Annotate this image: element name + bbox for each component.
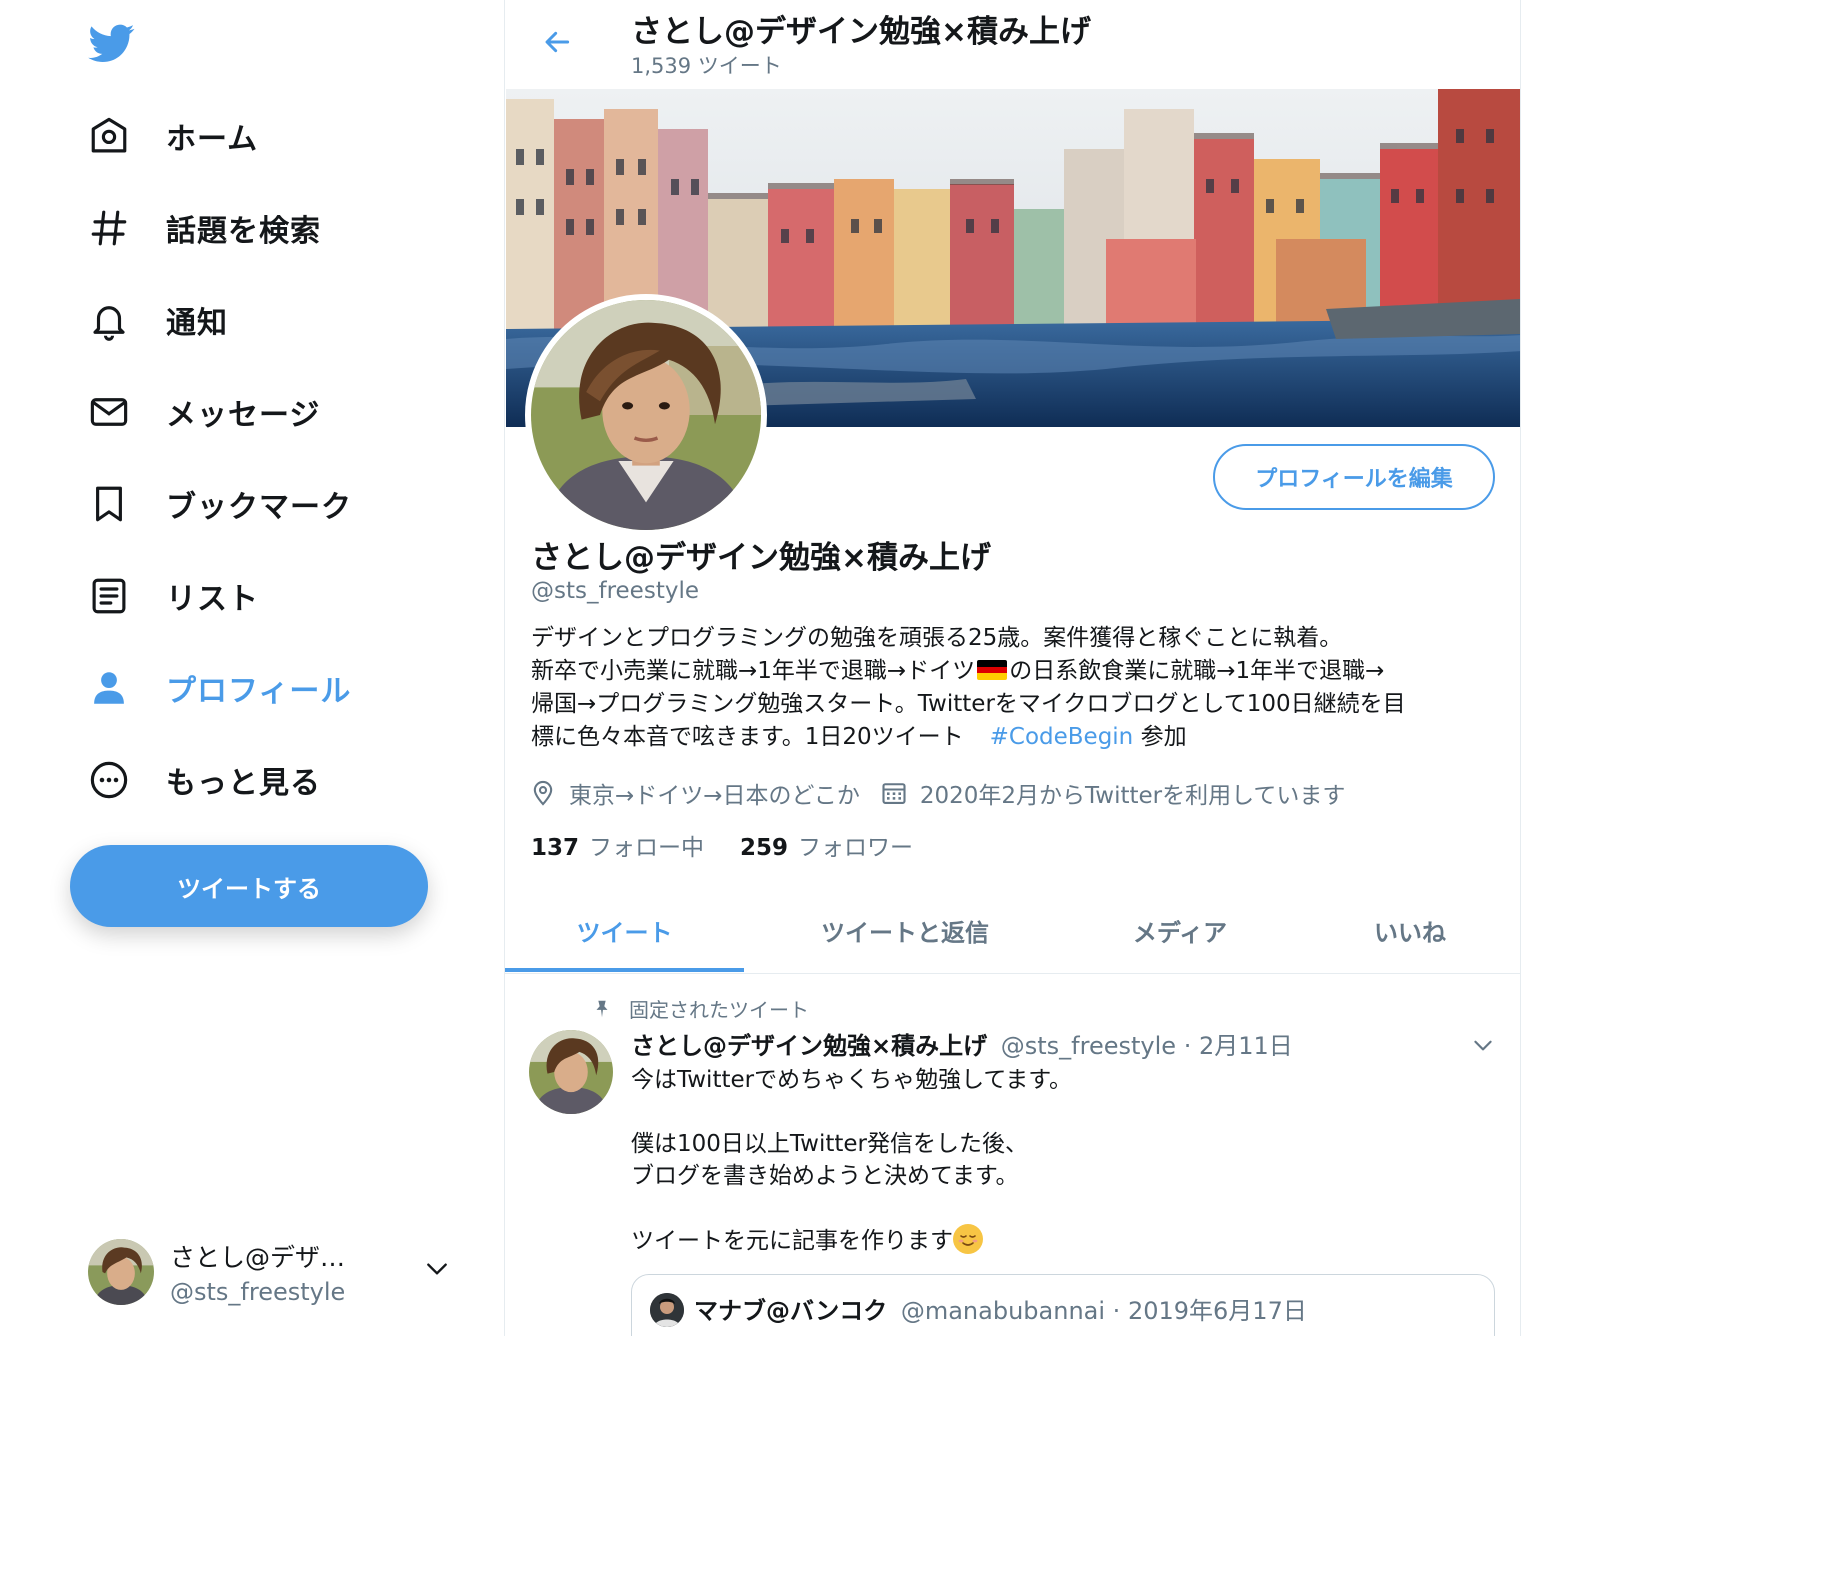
quoted-tweet[interactable]: マナブ@バンコク @manabubannai · 2019年6月17日: [631, 1274, 1495, 1336]
tweet-button[interactable]: ツイートする: [70, 845, 428, 927]
nav-explore[interactable]: 話題を検索: [84, 198, 321, 258]
envelope-icon: [84, 387, 134, 437]
hashtag-icon: [84, 203, 134, 253]
tab-media[interactable]: メディア: [1065, 886, 1295, 974]
avatar[interactable]: [529, 1030, 613, 1114]
home-icon: [84, 111, 134, 161]
back-arrow-icon[interactable]: [539, 26, 575, 58]
following-label: フォロー中: [589, 835, 705, 861]
list-icon: [84, 571, 134, 621]
profile-bio: デザインとプログラミングの勉強を頑張る25歳。案件獲得と稼ぐことに執着。 新卒で…: [531, 622, 1501, 754]
tab-tweets[interactable]: ツイート: [505, 886, 744, 974]
quoted-date: 2019年6月17日: [1127, 1297, 1307, 1325]
nav-profile[interactable]: プロフィール: [84, 658, 351, 718]
tweet-line-text: ツイートを元に記事を作ります: [631, 1228, 953, 1254]
tweet-line: [631, 1192, 1491, 1224]
nav-lists-label: リスト: [166, 582, 259, 617]
nav-notifications-label: 通知: [166, 306, 228, 341]
account-text: さとし@デザ… @sts_freestyle: [170, 1238, 360, 1306]
quoted-author-handle: @manabubannai: [900, 1297, 1106, 1325]
calendar-icon: [880, 779, 908, 807]
bookmark-icon: [84, 479, 134, 529]
profile-avatar[interactable]: [525, 294, 767, 536]
chevron-down-icon[interactable]: [1469, 1032, 1497, 1058]
profile-location: 東京→ドイツ→日本のどこか: [569, 783, 860, 809]
left-sidebar: ホーム 話題を検索 通知 メッセージ ブックマーク リスト プロフィール もっと…: [0, 0, 504, 1336]
following-count: 137: [531, 835, 580, 861]
quoted-separator: ·: [1112, 1297, 1121, 1325]
following-link[interactable]: 137 フォロー中: [531, 828, 704, 862]
tab-likes[interactable]: いいね: [1305, 886, 1515, 974]
nav-lists[interactable]: リスト: [84, 566, 259, 626]
avatar: [88, 1239, 154, 1305]
twitter-profile-page: ホーム 話題を検索 通知 メッセージ ブックマーク リスト プロフィール もっと…: [0, 0, 1548, 1336]
account-switcher[interactable]: さとし@デザ… @sts_freestyle: [88, 1232, 468, 1312]
nav-messages[interactable]: メッセージ: [84, 382, 320, 442]
profile-column: さとし@デザイン勉強×積み上げ 1,539 ツイート プロフィールを編集 さとし…: [504, 0, 1521, 1336]
nav-explore-label: 話題を検索: [166, 214, 321, 249]
tweet-line: [631, 1096, 1491, 1128]
tweet-author-name[interactable]: さとし@デザイン勉強×積み上げ: [631, 1032, 987, 1060]
tweet-line: 僕は100日以上Twitter発信をした後、: [631, 1131, 1028, 1157]
page-title: さとし@デザイン勉強×積み上げ: [631, 14, 1091, 50]
pin-icon: [591, 998, 613, 1020]
followers-count: 259: [740, 835, 789, 861]
tweet-date[interactable]: 2月11日: [1199, 1032, 1293, 1060]
profile-joined-date: 2020年2月からTwitterを利用しています: [919, 783, 1346, 809]
tweet-line: 今はTwitterでめちゃくちゃ勉強してます。: [631, 1067, 1072, 1093]
more-icon: [84, 755, 134, 805]
bio-line: デザインとプログラミングの勉強を頑張る25歳。案件獲得と稼ぐことに執着。: [531, 625, 1343, 651]
tab-tweets-and-replies[interactable]: ツイートと返信: [765, 886, 1045, 974]
bio-text: 標に色々本音で呟きます。1日20ツイート: [531, 724, 964, 750]
nav-messages-label: メッセージ: [166, 398, 321, 433]
nav-more-label: もっと見る: [166, 766, 321, 801]
tweet-text: 今はTwitterでめちゃくちゃ勉強してます。 僕は100日以上Twitter発…: [631, 1064, 1491, 1257]
nav-more[interactable]: もっと見る: [84, 750, 321, 810]
hashtag-link[interactable]: #CodeBegin: [990, 724, 1134, 750]
nav-profile-label: プロフィール: [166, 674, 352, 709]
bell-icon: [84, 295, 134, 345]
followers-link[interactable]: 259 フォロワー: [740, 828, 913, 862]
bio-text: 新卒で小売業に就職→1年半で退職→ドイツ: [531, 658, 976, 684]
tweet-line: ブログを書き始めようと決めてます。: [631, 1163, 1019, 1189]
bio-line: 新卒で小売業に就職→1年半で退職→ドイツ の日系飲食業に就職→1年半で退職→: [531, 655, 1501, 688]
germany-flag-icon: [977, 660, 1008, 680]
relieved-face-emoji-icon: [953, 1224, 983, 1254]
profile-name: さとし@デザイン勉強×積み上げ: [531, 540, 991, 576]
nav-bookmarks[interactable]: ブックマーク: [84, 474, 352, 534]
avatar: [650, 1293, 684, 1327]
twitter-bird-icon[interactable]: [86, 20, 138, 66]
pinned-tweet-label-row: 固定されたツイート: [591, 994, 809, 1023]
bio-text: 参加: [1133, 724, 1187, 750]
active-tab-indicator: [505, 968, 744, 972]
bio-line: 標に色々本音で呟きます。1日20ツイート #CodeBegin 参加: [531, 721, 1501, 754]
tweet-author-handle[interactable]: @sts_freestyle: [1001, 1032, 1176, 1060]
tweet-header: さとし@デザイン勉強×積み上げ @sts_freestyle · 2月11日: [631, 1026, 1293, 1061]
profile-meta: 東京→ドイツ→日本のどこか 2020年2月からTwitterを利用しています: [529, 776, 1345, 810]
nav-bookmarks-label: ブックマーク: [166, 490, 352, 525]
nav-home[interactable]: ホーム: [84, 106, 258, 166]
profile-handle: @sts_freestyle: [531, 578, 699, 604]
account-handle: @sts_freestyle: [170, 1278, 346, 1306]
bio-line: 帰国→プログラミング勉強スタート。Twitterをマイクロブログとして100日継…: [531, 691, 1406, 717]
tweet-count: 1,539 ツイート: [631, 54, 782, 78]
edit-profile-button[interactable]: プロフィールを編集: [1213, 444, 1495, 510]
quoted-tweet-header: マナブ@バンコク @manabubannai · 2019年6月17日: [694, 1291, 1307, 1326]
profile-header: さとし@デザイン勉強×積み上げ 1,539 ツイート: [505, 0, 1520, 88]
quoted-author-name: マナブ@バンコク: [694, 1297, 888, 1325]
location-pin-icon: [529, 779, 557, 807]
followers-label: フォロワー: [798, 835, 914, 861]
account-name: さとし@デザ…: [170, 1243, 346, 1272]
follow-stats: 137 フォロー中 259 フォロワー: [531, 828, 949, 862]
tweet-separator: ·: [1183, 1032, 1192, 1060]
chevron-down-icon[interactable]: [424, 1256, 450, 1282]
tweet-line: ツイートを元に記事を作ります: [631, 1224, 1491, 1257]
nav-home-label: ホーム: [166, 122, 259, 157]
profile-tabs: ツイート ツイートと返信 メディア いいね: [505, 886, 1520, 974]
person-icon: [84, 663, 134, 713]
bio-text: の日系飲食業に就職→1年半で退職→: [1009, 658, 1385, 684]
pinned-tweet-label: 固定されたツイート: [629, 998, 809, 1022]
nav-notifications[interactable]: 通知: [84, 290, 228, 350]
